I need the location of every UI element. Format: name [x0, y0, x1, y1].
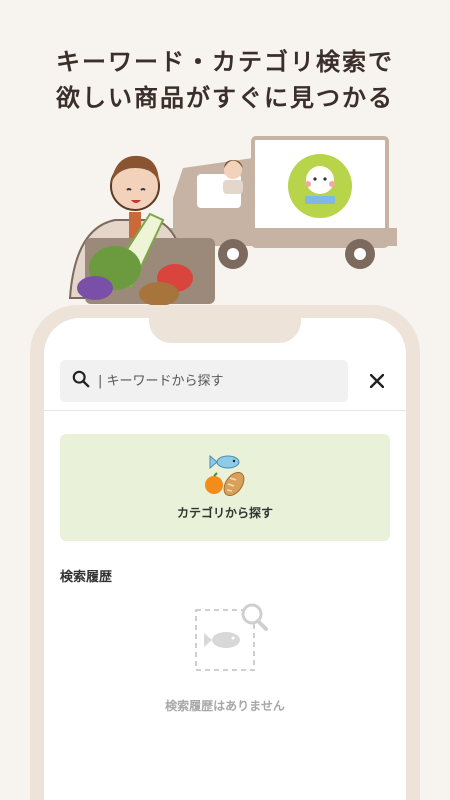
- category-search-label: カテゴリから探す: [176, 506, 273, 520]
- phone-notch: [149, 317, 301, 343]
- search-history-title: 検索履歴: [60, 570, 113, 585]
- search-bar[interactable]: [60, 360, 348, 402]
- header-divider: [44, 410, 406, 411]
- category-icons: [205, 454, 245, 497]
- headline-line-2: 欲しい商品がすぐに見つかる: [56, 84, 394, 112]
- close-icon: [370, 374, 384, 388]
- search-input[interactable]: [98, 373, 328, 389]
- delivery-truck-illustration: [68, 136, 397, 306]
- promo-headline: キーワード・カテゴリ検索で 欲しい商品がすぐに見つかる: [0, 44, 450, 116]
- fish-search-icon: [195, 603, 268, 671]
- search-icon: [72, 370, 90, 392]
- orange-icon: [205, 472, 223, 494]
- search-history-empty-message: 検索履歴はありません: [165, 699, 285, 713]
- category-search-button[interactable]: カテゴリから探す: [60, 434, 390, 541]
- bread-icon: [223, 471, 245, 497]
- close-button[interactable]: [366, 370, 388, 392]
- headline-line-1: キーワード・カテゴリ検索で: [56, 48, 394, 76]
- fish-icon: [209, 454, 240, 470]
